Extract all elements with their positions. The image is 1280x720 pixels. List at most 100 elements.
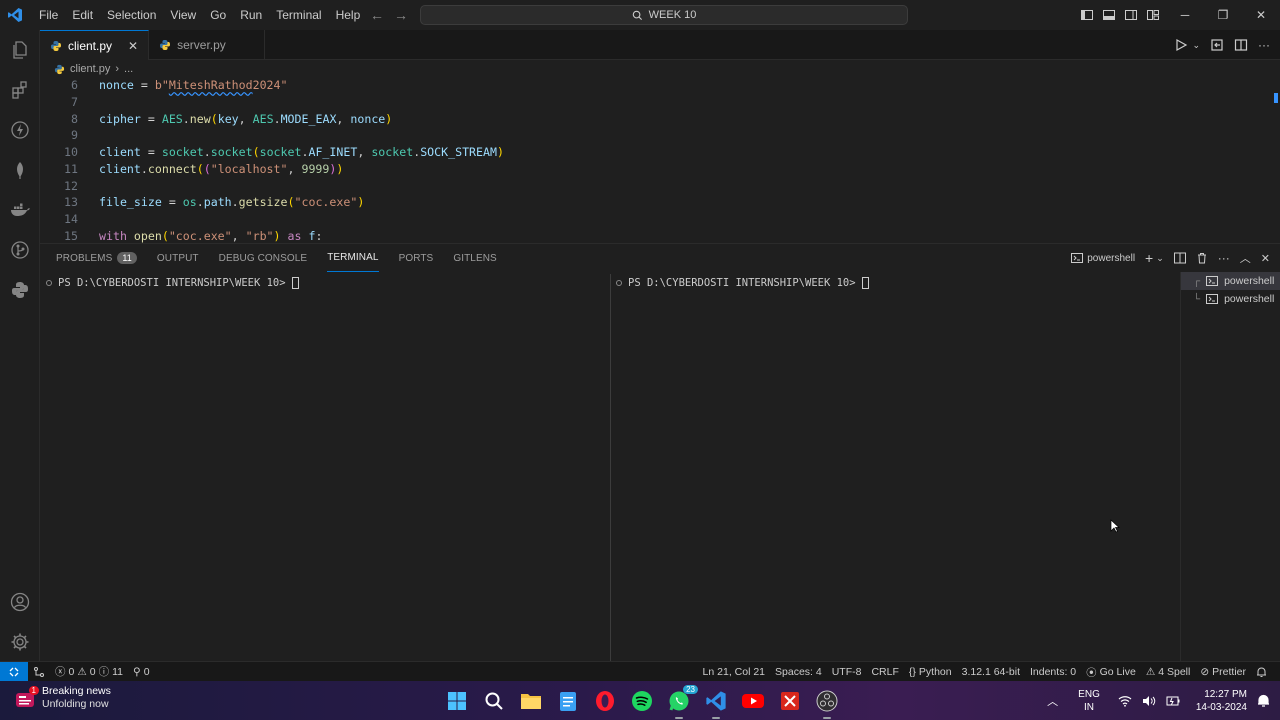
menu-terminal[interactable]: Terminal	[269, 0, 328, 30]
tab-client-py[interactable]: client.py ✕	[40, 30, 150, 60]
toggle-secondary-sidebar-icon[interactable]	[1124, 8, 1138, 22]
terminal-profile-label[interactable]: powershell	[1071, 252, 1135, 264]
title-bar: File Edit Selection View Go Run Terminal…	[0, 0, 1280, 30]
tab-ports[interactable]: PORTS	[399, 244, 434, 272]
minimize-icon[interactable]: ─	[1166, 0, 1204, 30]
menu-selection[interactable]: Selection	[100, 0, 163, 30]
language-mode[interactable]: {} Python	[904, 666, 957, 678]
pdf-reader-icon[interactable]	[777, 688, 803, 714]
kill-terminal-trash-icon[interactable]	[1196, 252, 1208, 264]
menu-run[interactable]: Run	[233, 0, 269, 30]
vscode-logo-icon[interactable]	[0, 0, 30, 30]
cursor-position[interactable]: Ln 21, Col 21	[698, 666, 770, 678]
toggle-panel-icon[interactable]	[1102, 8, 1116, 22]
split-editor-icon[interactable]	[1234, 38, 1248, 52]
menu-go[interactable]: Go	[203, 0, 233, 30]
customize-layout-icon[interactable]	[1146, 8, 1160, 22]
close-window-icon[interactable]: ✕	[1242, 0, 1280, 30]
menu-file[interactable]: File	[32, 0, 65, 30]
more-actions-icon[interactable]: ···	[1258, 38, 1270, 52]
ports-status[interactable]: ⚲ 0	[128, 666, 155, 678]
terminal-pane-1[interactable]: PS D:\CYBERDOSTI INTERNSHIP\WEEK 10>	[46, 274, 606, 662]
wifi-icon[interactable]	[1118, 695, 1132, 707]
breadcrumb-file[interactable]: client.py	[70, 63, 110, 75]
python-interpreter[interactable]: 3.12.1 64-bit	[957, 666, 1025, 678]
extensions-icon[interactable]	[0, 70, 40, 110]
lightning-icon[interactable]	[0, 110, 40, 150]
maximize-icon[interactable]: ❐	[1204, 0, 1242, 30]
windows-taskbar: 1 Breaking news Unfolding now 23 ︿ ENG I…	[0, 681, 1280, 720]
notepad-icon[interactable]	[555, 688, 581, 714]
clock[interactable]: 12:27 PM 14-03-2024	[1196, 688, 1247, 714]
tab-gitlens[interactable]: GITLENS	[453, 244, 497, 272]
news-widget[interactable]: 1 Breaking news Unfolding now	[14, 685, 111, 711]
open-changes-icon[interactable]	[1210, 38, 1224, 52]
code-editor[interactable]: 6 nonce = b"MiteshRathod2024" 7 8 cipher…	[40, 77, 1280, 243]
run-python-file-icon[interactable]	[1174, 38, 1188, 52]
toggle-primary-sidebar-icon[interactable]	[1080, 8, 1094, 22]
notifications-bell-icon[interactable]	[1251, 666, 1272, 678]
encoding-status[interactable]: UTF-8	[827, 666, 867, 678]
terminal-prompt: PS D:\CYBERDOSTI INTERNSHIP\WEEK 10>	[58, 277, 286, 289]
docker-icon[interactable]	[0, 190, 40, 230]
navigation-arrows: ← →	[370, 0, 408, 30]
code-line: 14	[40, 211, 1240, 228]
close-panel-icon[interactable]: ✕	[1261, 252, 1270, 265]
command-center-search[interactable]: WEEK 10	[420, 5, 908, 25]
taskbar-search-icon[interactable]	[481, 688, 507, 714]
more-actions-icon[interactable]: ···	[1218, 251, 1230, 265]
minimap-highlight	[1274, 93, 1278, 103]
tab-problems[interactable]: PROBLEMS 11	[56, 244, 137, 272]
battery-icon[interactable]	[1166, 695, 1180, 707]
account-icon[interactable]	[0, 582, 40, 622]
terminal-icon	[1206, 276, 1219, 286]
back-arrow-icon[interactable]: ←	[370, 7, 384, 23]
run-dropdown-chevron-icon[interactable]: ⌄	[1192, 40, 1200, 51]
vscode-taskbar-icon[interactable]	[703, 688, 729, 719]
tab-output[interactable]: OUTPUT	[157, 244, 199, 272]
spell-status[interactable]: ⚠ 4 Spell	[1141, 666, 1196, 678]
obs-studio-icon[interactable]	[814, 688, 840, 719]
python-icon[interactable]	[0, 270, 40, 310]
terminal-split-divider[interactable]	[610, 274, 611, 662]
menu-edit[interactable]: Edit	[65, 0, 100, 30]
menu-help[interactable]: Help	[329, 0, 368, 30]
notification-bell-icon[interactable]	[1257, 694, 1270, 708]
language-indicator[interactable]: ENG IN	[1078, 688, 1100, 714]
breadcrumb-symbol[interactable]: ...	[124, 63, 133, 75]
problems-status[interactable]: ⓧ 0 ⚠ 0 ⓘ 11	[50, 664, 128, 679]
terminal-list-item[interactable]: └ powershell	[1181, 290, 1280, 308]
go-live-button[interactable]: ⦿ Go Live	[1081, 665, 1141, 680]
file-explorer-icon[interactable]	[518, 688, 544, 714]
editor-actions: ⌄ ···	[1174, 30, 1270, 60]
terminal-pane-2[interactable]: PS D:\CYBERDOSTI INTERNSHIP\WEEK 10>	[616, 274, 1176, 662]
youtube-icon[interactable]	[740, 688, 766, 714]
volume-icon[interactable]	[1142, 695, 1156, 707]
git-graph-icon[interactable]	[28, 666, 50, 678]
eol-status[interactable]: CRLF	[866, 666, 903, 678]
forward-arrow-icon[interactable]: →	[394, 7, 408, 23]
tab-server-py[interactable]: server.py	[149, 30, 265, 60]
gitlens-icon[interactable]	[0, 230, 40, 270]
menu-view[interactable]: View	[163, 0, 203, 30]
windows-start-icon[interactable]	[444, 688, 470, 714]
close-tab-icon[interactable]: ✕	[128, 39, 138, 53]
spotify-icon[interactable]	[629, 688, 655, 714]
settings-gear-icon[interactable]	[0, 622, 40, 662]
tab-debug-console[interactable]: DEBUG CONSOLE	[219, 244, 308, 272]
indents-status[interactable]: Indents: 0	[1025, 666, 1081, 678]
maximize-panel-chevron-icon[interactable]: ︿	[1240, 250, 1251, 266]
tab-terminal[interactable]: TERMINAL	[327, 244, 379, 272]
mongodb-leaf-icon[interactable]	[0, 150, 40, 190]
terminal-list-item[interactable]: ┌ powershell	[1181, 272, 1280, 290]
indentation-status[interactable]: Spaces: 4	[770, 666, 827, 678]
show-hidden-icons-chevron-icon[interactable]: ︿	[1047, 693, 1058, 709]
split-terminal-icon[interactable]	[1173, 252, 1186, 264]
whatsapp-icon[interactable]: 23	[666, 684, 698, 719]
terminal-dropdown-icon[interactable]: ⌄	[1156, 253, 1164, 264]
explorer-icon[interactable]	[0, 30, 40, 70]
prettier-status[interactable]: ⊘ Prettier	[1195, 666, 1251, 678]
opera-browser-icon[interactable]	[592, 688, 618, 714]
new-terminal-icon[interactable]: +	[1145, 250, 1153, 266]
remote-window-icon[interactable]	[0, 661, 28, 682]
